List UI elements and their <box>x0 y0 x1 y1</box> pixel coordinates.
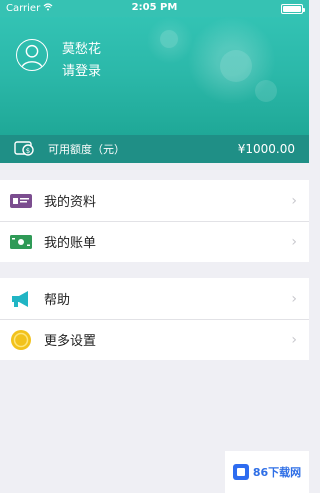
decorative-bokeh <box>160 30 178 48</box>
chevron-right-icon: › <box>291 233 297 250</box>
megaphone-icon <box>10 288 32 310</box>
user-name: 莫愁花 <box>62 42 102 57</box>
chevron-right-icon: › <box>291 331 297 348</box>
credit-amount: ¥1000.00 <box>237 142 295 156</box>
menu-item-my-profile[interactable]: 我的资料 › <box>0 180 309 221</box>
credit-label: 可用额度（元） <box>48 143 125 156</box>
status-bar: Carrier 2:05 PM <box>0 0 309 17</box>
menu-item-help[interactable]: 帮助 › <box>0 278 309 319</box>
menu-group-support: 帮助 › 更多设置 › <box>0 278 309 360</box>
decorative-bokeh <box>220 50 252 82</box>
profile-header: 莫愁花 请登录 <box>0 0 309 135</box>
bill-money-icon <box>10 231 32 253</box>
user-avatar-icon <box>21 44 43 69</box>
credit-limit-icon: $ <box>14 140 36 158</box>
credit-bar: $ 可用额度（元） ¥1000.00 <box>0 135 309 163</box>
menu-item-more-settings[interactable]: 更多设置 › <box>0 319 309 360</box>
battery-icon <box>281 3 305 14</box>
profile-card-icon <box>10 190 32 212</box>
menu-item-my-bills[interactable]: 我的账单 › <box>0 221 309 262</box>
chevron-right-icon: › <box>291 192 297 209</box>
avatar[interactable] <box>16 39 48 71</box>
watermark-logo: 86下载网 <box>225 451 309 493</box>
watermark-text: 86下载网 <box>252 466 302 479</box>
status-time: 2:05 PM <box>131 2 178 13</box>
menu-item-label: 帮助 <box>44 293 71 308</box>
decorative-bokeh <box>255 80 277 102</box>
menu-item-label: 我的资料 <box>44 195 97 210</box>
menu-item-label: 我的账单 <box>44 236 97 251</box>
menu-item-label: 更多设置 <box>44 334 97 349</box>
coin-icon <box>10 329 32 351</box>
menu-group-account: 我的资料 › 我的账单 › <box>0 180 309 262</box>
login-link[interactable]: 请登录 <box>62 60 101 79</box>
svg-text:$: $ <box>26 147 30 155</box>
chevron-right-icon: › <box>291 290 297 307</box>
watermark-logo-icon <box>232 464 249 480</box>
